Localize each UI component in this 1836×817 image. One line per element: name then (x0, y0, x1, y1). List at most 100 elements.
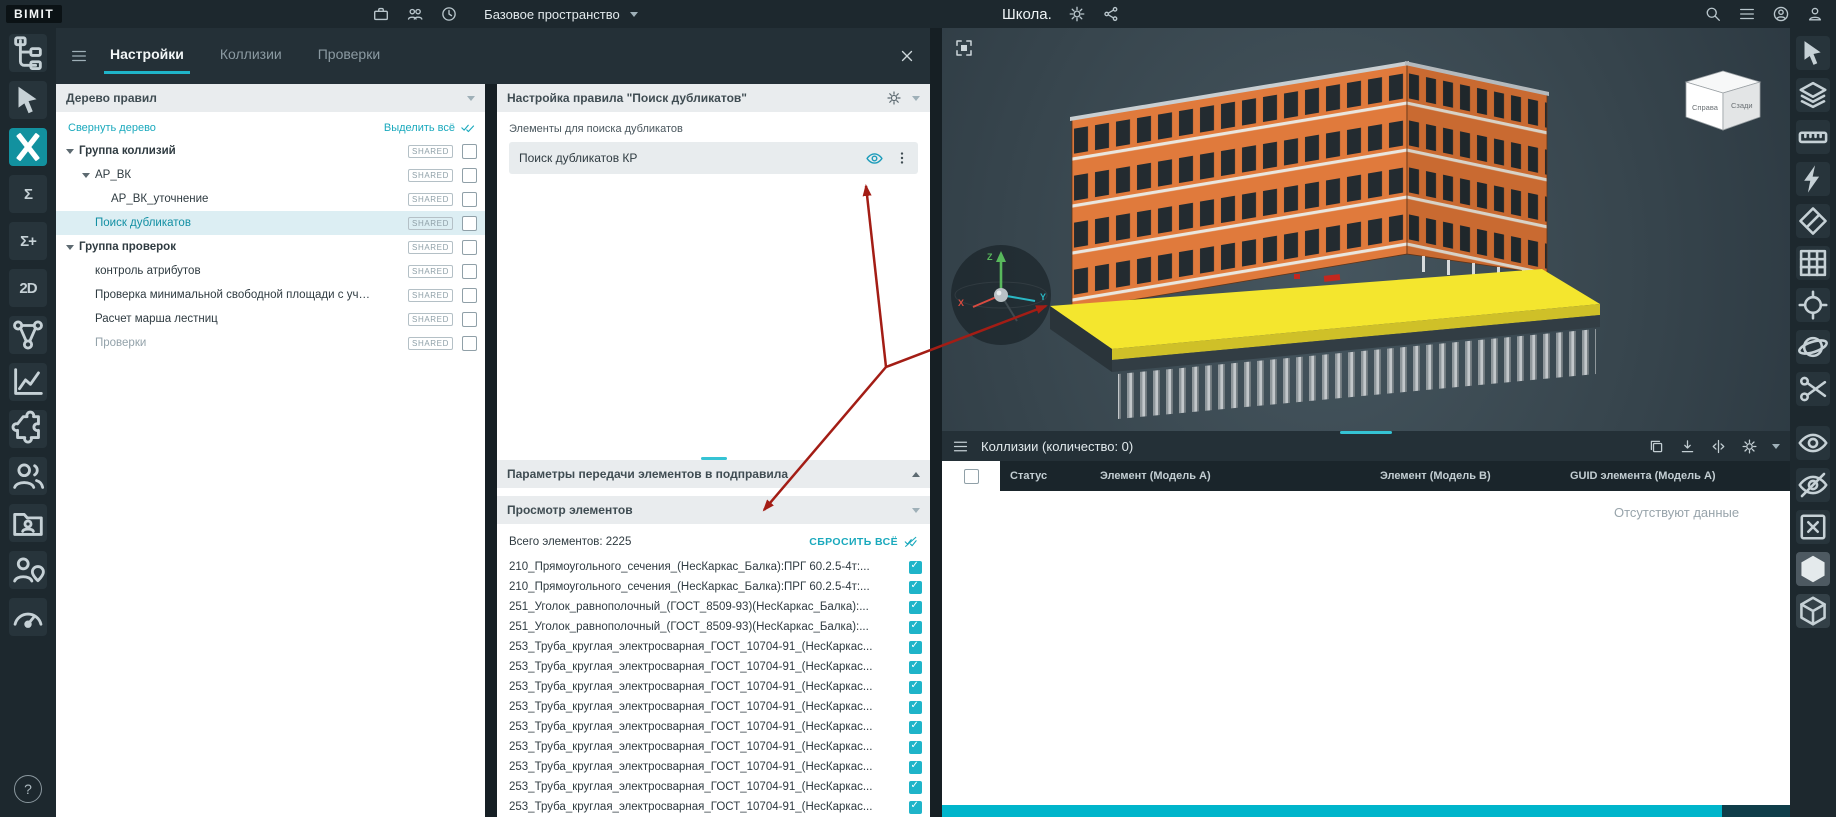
tree-row-checkbox[interactable] (462, 335, 477, 351)
element-checkbox-checked[interactable] (909, 800, 922, 814)
rule-item-row[interactable]: Поиск дубликатов КР (509, 142, 918, 174)
tree-row[interactable]: Проверка минимальной свободной площади с… (56, 283, 485, 307)
column-header-element-b[interactable]: Элемент (Модель B) (1370, 461, 1560, 491)
chevron-up-icon[interactable] (912, 471, 920, 477)
reset-all-link[interactable]: СБРОСИТЬ ВСЁ (809, 534, 918, 549)
settings-gear-icon[interactable] (1068, 5, 1086, 23)
tree-row-checkbox[interactable] (462, 311, 477, 327)
workspace-icon[interactable] (372, 5, 390, 23)
show-eye-icon[interactable] (1796, 426, 1830, 460)
tree-row[interactable]: Группа коллизий SHARED (56, 139, 485, 163)
graph-icon[interactable] (9, 316, 47, 354)
collapse-tree-link[interactable]: Свернуть дерево (68, 122, 156, 134)
fit-view-icon[interactable] (954, 38, 974, 58)
cursor-icon[interactable] (1796, 36, 1830, 70)
tree-row-selected[interactable]: Поиск дубликатов SHARED (56, 211, 485, 235)
workspace-selector[interactable]: Базовое пространство (484, 7, 638, 22)
plugins-icon[interactable] (9, 410, 47, 448)
tree-row[interactable]: Проверки SHARED (56, 331, 485, 355)
close-icon[interactable] (898, 47, 916, 65)
select-all-checkbox[interactable] (963, 468, 979, 484)
view-2d-icon[interactable]: 2D (9, 269, 47, 307)
users-icon[interactable] (9, 457, 47, 495)
select-cursor-icon[interactable] (9, 81, 47, 119)
measure-icon[interactable] (1796, 120, 1830, 154)
lightning-icon[interactable] (1796, 162, 1830, 196)
tree-row[interactable]: Группа проверок SHARED (56, 235, 485, 259)
sum-add-icon[interactable]: Σ+ (9, 222, 47, 260)
tab-settings[interactable]: Настройки (104, 38, 190, 74)
resize-handle[interactable] (1340, 431, 1392, 434)
user-location-icon[interactable] (9, 551, 47, 589)
tree-row[interactable]: АР_ВК_уточнение SHARED (56, 187, 485, 211)
cube-face-right-label[interactable]: Справа (1692, 103, 1719, 112)
isolate-icon[interactable] (1796, 510, 1830, 544)
tree-row-checkbox[interactable] (462, 263, 477, 279)
kebab-menu-icon[interactable] (894, 150, 910, 166)
select-all-link[interactable]: Выделить всё (384, 120, 475, 135)
element-checkbox-checked[interactable] (909, 580, 922, 594)
wireframe-view-icon[interactable] (1796, 594, 1830, 628)
tree-row-checkbox[interactable] (462, 287, 477, 303)
chevron-down-icon[interactable] (912, 507, 920, 513)
tab-checks[interactable]: Проверки (312, 38, 386, 74)
element-row[interactable]: 253_Труба_круглая_электросварная_ГОСТ_10… (509, 677, 922, 697)
element-row[interactable]: 251_Уголок_равнополочный_(ГОСТ_8509-93)(… (509, 597, 922, 617)
element-row[interactable]: 253_Труба_круглая_электросварная_ГОСТ_10… (509, 737, 922, 757)
cube-face-back-label[interactable]: Сзади (1731, 101, 1753, 110)
layers-icon[interactable] (1796, 78, 1830, 112)
chevron-down-icon[interactable] (912, 95, 920, 101)
element-row[interactable]: 253_Труба_круглая_электросварная_ГОСТ_10… (509, 777, 922, 797)
element-checkbox-checked[interactable] (909, 720, 922, 734)
tree-row-checkbox[interactable] (462, 143, 477, 159)
scrollbar-thumb[interactable] (942, 805, 1723, 817)
clash-detection-icon[interactable] (9, 128, 47, 166)
visibility-eye-icon[interactable] (865, 149, 884, 168)
element-row[interactable]: 253_Труба_круглая_электросварная_ГОСТ_10… (509, 757, 922, 777)
share-icon[interactable] (1102, 5, 1120, 23)
collisions-menu-icon[interactable] (952, 438, 969, 455)
expand-icon[interactable] (80, 169, 92, 181)
element-row[interactable]: 253_Труба_круглая_электросварная_ГОСТ_10… (509, 637, 922, 657)
element-row[interactable]: 210_Прямоугольного_сечения_(НесКаркас_Ба… (509, 577, 922, 597)
search-icon[interactable] (1704, 5, 1722, 23)
element-checkbox-checked[interactable] (909, 740, 922, 754)
element-checkbox-checked[interactable] (909, 640, 922, 654)
user-icon[interactable] (1806, 5, 1824, 23)
elements-preview-header[interactable]: Просмотр элементов (497, 496, 930, 524)
element-row[interactable]: 253_Труба_круглая_электросварная_ГОСТ_10… (509, 797, 922, 817)
element-row[interactable]: 253_Труба_круглая_электросварная_ГОСТ_10… (509, 657, 922, 677)
tree-row[interactable]: АР_ВК SHARED (56, 163, 485, 187)
collapse-chevron-icon[interactable] (1772, 443, 1780, 449)
export-icon[interactable] (1679, 438, 1696, 455)
transfer-params-header[interactable]: Параметры передачи элементов в подправил… (497, 460, 930, 488)
dashboard-icon[interactable] (9, 598, 47, 636)
element-checkbox-checked[interactable] (909, 560, 922, 574)
horizontal-scrollbar[interactable] (942, 805, 1790, 817)
tree-row[interactable]: Расчет марша лестниц SHARED (56, 307, 485, 331)
team-icon[interactable] (406, 5, 424, 23)
rules-tree-icon[interactable] (9, 34, 47, 72)
clip-icon[interactable] (1796, 372, 1830, 406)
element-row[interactable]: 253_Труба_круглая_электросварная_ГОСТ_10… (509, 717, 922, 737)
shaded-view-icon[interactable] (1796, 552, 1830, 586)
chart-icon[interactable] (9, 363, 47, 401)
element-checkbox-checked[interactable] (909, 700, 922, 714)
settings-gear-icon[interactable] (1741, 438, 1758, 455)
expand-icon[interactable] (64, 145, 76, 157)
history-icon[interactable] (440, 5, 458, 23)
panel-menu-icon[interactable] (70, 47, 88, 65)
tab-collisions[interactable]: Коллизии (214, 38, 288, 74)
element-checkbox-checked[interactable] (909, 600, 922, 614)
copy-icon[interactable] (1648, 438, 1665, 455)
building-model[interactable] (942, 28, 1790, 448)
section-plane-icon[interactable] (1796, 204, 1830, 238)
list-icon[interactable] (1738, 5, 1756, 23)
grid-icon[interactable] (1796, 246, 1830, 280)
element-row[interactable]: 210_Прямоугольного_сечения_(НесКаркас_Ба… (509, 557, 922, 577)
element-checkbox-checked[interactable] (909, 680, 922, 694)
sum-icon[interactable]: Σ (9, 175, 47, 213)
element-checkbox-checked[interactable] (909, 660, 922, 674)
element-row[interactable]: 253_Труба_круглая_электросварная_ГОСТ_10… (509, 697, 922, 717)
focus-icon[interactable] (1796, 288, 1830, 322)
